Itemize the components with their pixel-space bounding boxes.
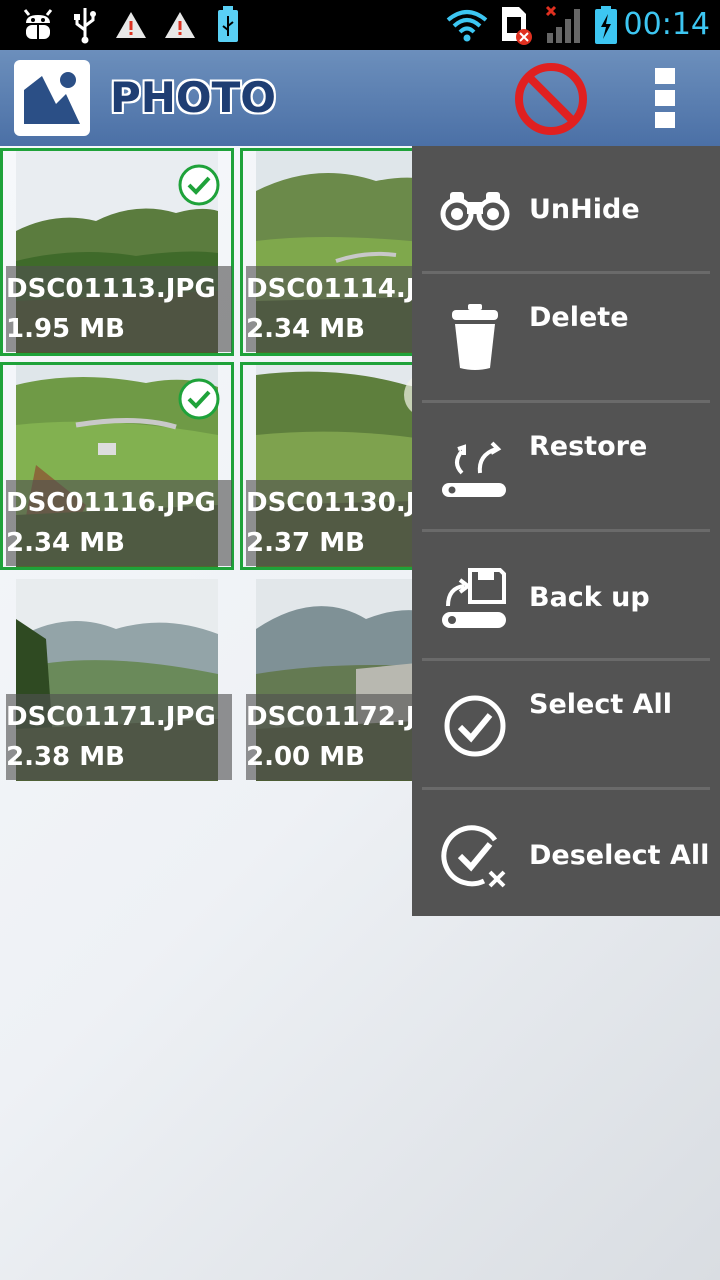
warning-icon bbox=[163, 0, 197, 50]
menu-item-label: Delete bbox=[529, 302, 629, 333]
photo-size: 2.38 MB bbox=[6, 742, 125, 772]
photo-size: 2.37 MB bbox=[246, 528, 365, 558]
menu-item-backup[interactable]: Back up bbox=[412, 532, 720, 658]
menu-item-label: Deselect All bbox=[529, 840, 710, 871]
backup-icon bbox=[442, 568, 506, 628]
menu-item-unhide[interactable]: UnHide bbox=[412, 146, 720, 272]
photo-logo-icon bbox=[14, 60, 90, 136]
menu-item-label: UnHide bbox=[529, 194, 640, 225]
menu-item-deselect-all[interactable]: Deselect All bbox=[412, 790, 720, 916]
debug-icon bbox=[18, 0, 58, 50]
selected-check-icon bbox=[178, 378, 220, 420]
photo-tile[interactable]: DSC01116.JPG 2.34 MB bbox=[0, 362, 234, 570]
usb-storage-icon bbox=[214, 0, 242, 50]
more-vert-icon[interactable] bbox=[640, 62, 690, 134]
battery-charging-icon bbox=[592, 0, 620, 50]
photo-tile[interactable]: DSC01113.JPG 1.95 MB bbox=[0, 148, 234, 356]
menu-item-delete[interactable]: Delete bbox=[412, 274, 720, 400]
no-entry-icon[interactable] bbox=[512, 60, 590, 138]
photo-size: 2.00 MB bbox=[246, 742, 365, 772]
photo-size: 1.95 MB bbox=[6, 314, 125, 344]
warning-icon bbox=[114, 0, 148, 50]
photo-size: 2.34 MB bbox=[6, 528, 125, 558]
photo-size: 2.34 MB bbox=[246, 314, 365, 344]
menu-item-label: Back up bbox=[529, 582, 650, 613]
photo-caption: DSC01171.JPG 2.38 MB bbox=[6, 694, 232, 780]
status-bar: 00:14 bbox=[0, 0, 720, 50]
photo-name: DSC01116.JPG bbox=[6, 488, 216, 518]
check-circle-icon bbox=[444, 695, 506, 757]
photo-tile[interactable]: DSC01171.JPG 2.38 MB bbox=[0, 576, 234, 784]
menu-item-select-all[interactable]: Select All bbox=[412, 661, 720, 787]
menu-item-label: Select All bbox=[529, 689, 673, 720]
photo-name: DSC01113.JPG bbox=[6, 274, 216, 304]
overflow-menu: UnHide Delete Restore Back up Select All… bbox=[412, 146, 720, 916]
binoculars-icon bbox=[440, 192, 510, 231]
photo-caption: DSC01113.JPG 1.95 MB bbox=[6, 266, 232, 352]
usb-icon bbox=[70, 0, 100, 50]
selected-check-icon bbox=[178, 164, 220, 206]
sim-error-icon bbox=[498, 0, 534, 50]
restore-icon bbox=[442, 441, 506, 497]
wifi-icon bbox=[444, 0, 490, 50]
signal-icon bbox=[542, 0, 584, 50]
photo-caption: DSC01116.JPG 2.34 MB bbox=[6, 480, 232, 566]
uncheck-circle-icon bbox=[441, 825, 506, 888]
menu-item-label: Restore bbox=[529, 431, 648, 462]
app-bar: PHOTO bbox=[0, 50, 720, 146]
trash-icon bbox=[452, 304, 498, 370]
app-title: PHOTO bbox=[110, 73, 276, 122]
status-time: 00:14 bbox=[623, 7, 710, 42]
photo-name: DSC01171.JPG bbox=[6, 702, 216, 732]
menu-item-restore[interactable]: Restore bbox=[412, 403, 720, 529]
